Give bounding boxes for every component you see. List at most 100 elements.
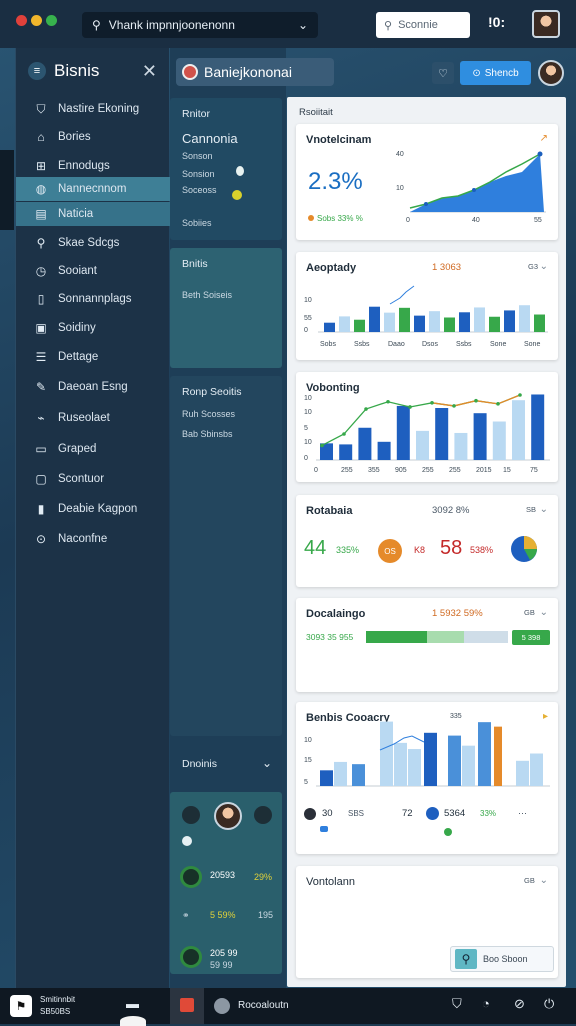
sidebar-item-6[interactable]: ⚲ Skae Sdcgs <box>16 230 170 256</box>
search-placeholder: Sconnie <box>398 19 438 31</box>
sidebar-item-10[interactable]: ☰ Dettage <box>16 344 170 370</box>
chevron-down-icon[interactable]: ⌄ <box>298 18 308 32</box>
sidebar-item-7[interactable]: ◷ Sooiant <box>16 258 170 284</box>
tag-icon: ⌁ <box>37 411 45 425</box>
sidebar-item-14[interactable]: ▢ Scontuor <box>16 466 170 492</box>
pie-chart <box>511 536 537 562</box>
card-meta: 1 5932 59% <box>432 608 483 619</box>
stat-change: 538% <box>470 545 494 555</box>
x-tick-label: Daao <box>388 341 405 348</box>
panel-line: Beth Soiseis <box>182 290 233 300</box>
chevron-down-icon[interactable]: ⌄ <box>540 875 548 886</box>
close-window-button[interactable] <box>16 15 27 26</box>
arrow-icon[interactable]: ↗ <box>540 133 548 144</box>
data-point <box>408 405 412 409</box>
sidebar-item-2[interactable]: ⌂ Bories <box>16 124 170 150</box>
sidebar-item-1[interactable]: ⛉ Nastire Ekoning <box>16 96 170 122</box>
search-icon: ⚲ <box>36 236 46 250</box>
app-icon[interactable] <box>214 998 230 1014</box>
sidebar-item-3[interactable]: ⊞ Ennodugs <box>16 153 170 179</box>
compass-icon[interactable]: ⊘ <box>514 996 525 1012</box>
link-icon: ⚭ <box>182 910 190 920</box>
window-icon[interactable]: ▬ <box>126 996 139 1011</box>
side-handle[interactable] <box>0 150 14 230</box>
panel-line: Sonson <box>182 151 213 161</box>
y-tick-label: 10 <box>304 737 312 744</box>
file-icon: ▯ <box>37 292 45 306</box>
timer-icon[interactable]: ◔ <box>482 996 490 1011</box>
progress-fill <box>366 631 427 643</box>
search-icon[interactable]: ⚲ <box>455 949 477 969</box>
y-tick-label: 10 <box>304 439 312 446</box>
workspace-title: Baniejkononai <box>204 64 292 80</box>
sidebar-item-11[interactable]: ✎ Daeoan Esng <box>16 374 170 400</box>
search-input[interactable]: ⚲ Sconnie <box>376 12 470 38</box>
bar-chart-activity: 10 55 0 Sobs Ssbs Daao Dsos Ssbs Sone Sone <box>304 285 548 348</box>
heart-icon[interactable]: ♡ <box>432 62 454 84</box>
bar <box>358 427 372 460</box>
bar <box>530 753 543 786</box>
sidebar-item-13[interactable]: ▭ Graped <box>16 436 170 462</box>
panel-title: Bnitis <box>182 258 208 270</box>
search-box[interactable]: ⚲ Boo Sboon <box>450 946 554 972</box>
badge-label: OS <box>384 546 396 556</box>
power-icon[interactable]: ⏻ <box>544 996 554 1012</box>
maximize-window-button[interactable] <box>46 15 57 26</box>
sidebar-item-12[interactable]: ⌁ Ruseolaet <box>16 405 170 431</box>
sidebar-item-8[interactable]: ▯ Sonnannplags <box>16 286 170 312</box>
card-conversion: Vnotelcinam ↗ 2.3% Sobs 33% % 40 10 0 40… <box>296 124 558 240</box>
sidebar-item-15[interactable]: ▮ Deabie Kagpon <box>16 496 170 522</box>
data-point <box>430 401 434 405</box>
sidebar-item-16[interactable]: ⊙ Naconfne <box>16 526 170 552</box>
taskbar-label: Smitinnbit <box>40 995 76 1004</box>
bar <box>462 745 475 786</box>
card-meta: G3 <box>528 262 539 271</box>
section-title: Dnoinis <box>182 758 218 770</box>
image-icon: ▣ <box>35 321 47 335</box>
chevron-down-icon[interactable]: ⌄ <box>540 504 548 515</box>
legend-swatch <box>320 826 328 832</box>
stat-value: 195 <box>258 910 274 920</box>
sidebar-item-9[interactable]: ▣ Soidiny <box>16 315 170 341</box>
data-label: 335 <box>450 713 462 720</box>
user-avatar[interactable] <box>214 802 242 830</box>
chevron-down-icon[interactable]: ⌄ <box>540 261 548 272</box>
bar <box>474 307 485 332</box>
panel-status: Bnitis Beth Soiseis <box>170 248 282 368</box>
section-dropdown[interactable]: Dnoinis ⌄ <box>170 750 282 778</box>
stat-value: 5364 <box>444 808 466 819</box>
card-progress: Docalaingo 1 5932 59% GB ⌄ 3093 35 955 5… <box>296 598 558 692</box>
stat-value: 29% <box>254 872 273 882</box>
legend-label: Sobs 33% % <box>317 214 363 223</box>
share-button[interactable]: ⊙ Shencb <box>460 61 531 85</box>
x-tick-label: 75 <box>530 467 538 474</box>
stat-value: 5 59% <box>210 910 236 920</box>
more-icon[interactable]: ⋯ <box>518 808 527 819</box>
x-tick-label: Dsos <box>422 341 438 348</box>
start-icon[interactable]: ⚑ <box>10 995 32 1017</box>
sidebar-item-label: Sonnannplags <box>58 293 132 305</box>
sidebar-item-4[interactable]: ◍ Nannecnnom <box>16 177 170 201</box>
sidebar-item-5[interactable]: ▤ Naticia <box>16 202 170 226</box>
taskbar-app-active[interactable] <box>170 988 204 1024</box>
pen-icon: ✎ <box>35 380 47 394</box>
chevron-down-icon[interactable]: ⌄ <box>262 756 272 770</box>
user-avatar[interactable] <box>532 10 560 38</box>
address-bar[interactable]: ⚲ Vhank impnnjoonenonn ⌄ <box>82 12 318 38</box>
sidebar-title: Bisnis <box>54 61 100 80</box>
minimize-window-button[interactable] <box>31 15 42 26</box>
bar <box>435 408 449 460</box>
chevron-down-icon[interactable]: ⌄ <box>540 607 548 618</box>
settings-icon: ⊙ <box>35 532 47 546</box>
workspace-header[interactable]: Baniejkononai <box>176 58 334 86</box>
x-tick-label: Sobs <box>320 341 336 348</box>
x-tick-label: 40 <box>472 217 480 224</box>
sidebar-item-label: Bories <box>58 131 91 143</box>
shield-icon[interactable]: ⛉ <box>452 996 462 1012</box>
user-avatar[interactable] <box>538 60 564 86</box>
bar <box>399 307 410 332</box>
stat-label: SBS <box>348 809 365 818</box>
bar-chart-country: 10 15 5 335 <box>304 713 550 787</box>
bar <box>516 760 529 786</box>
close-icon[interactable]: ✕ <box>142 61 157 82</box>
